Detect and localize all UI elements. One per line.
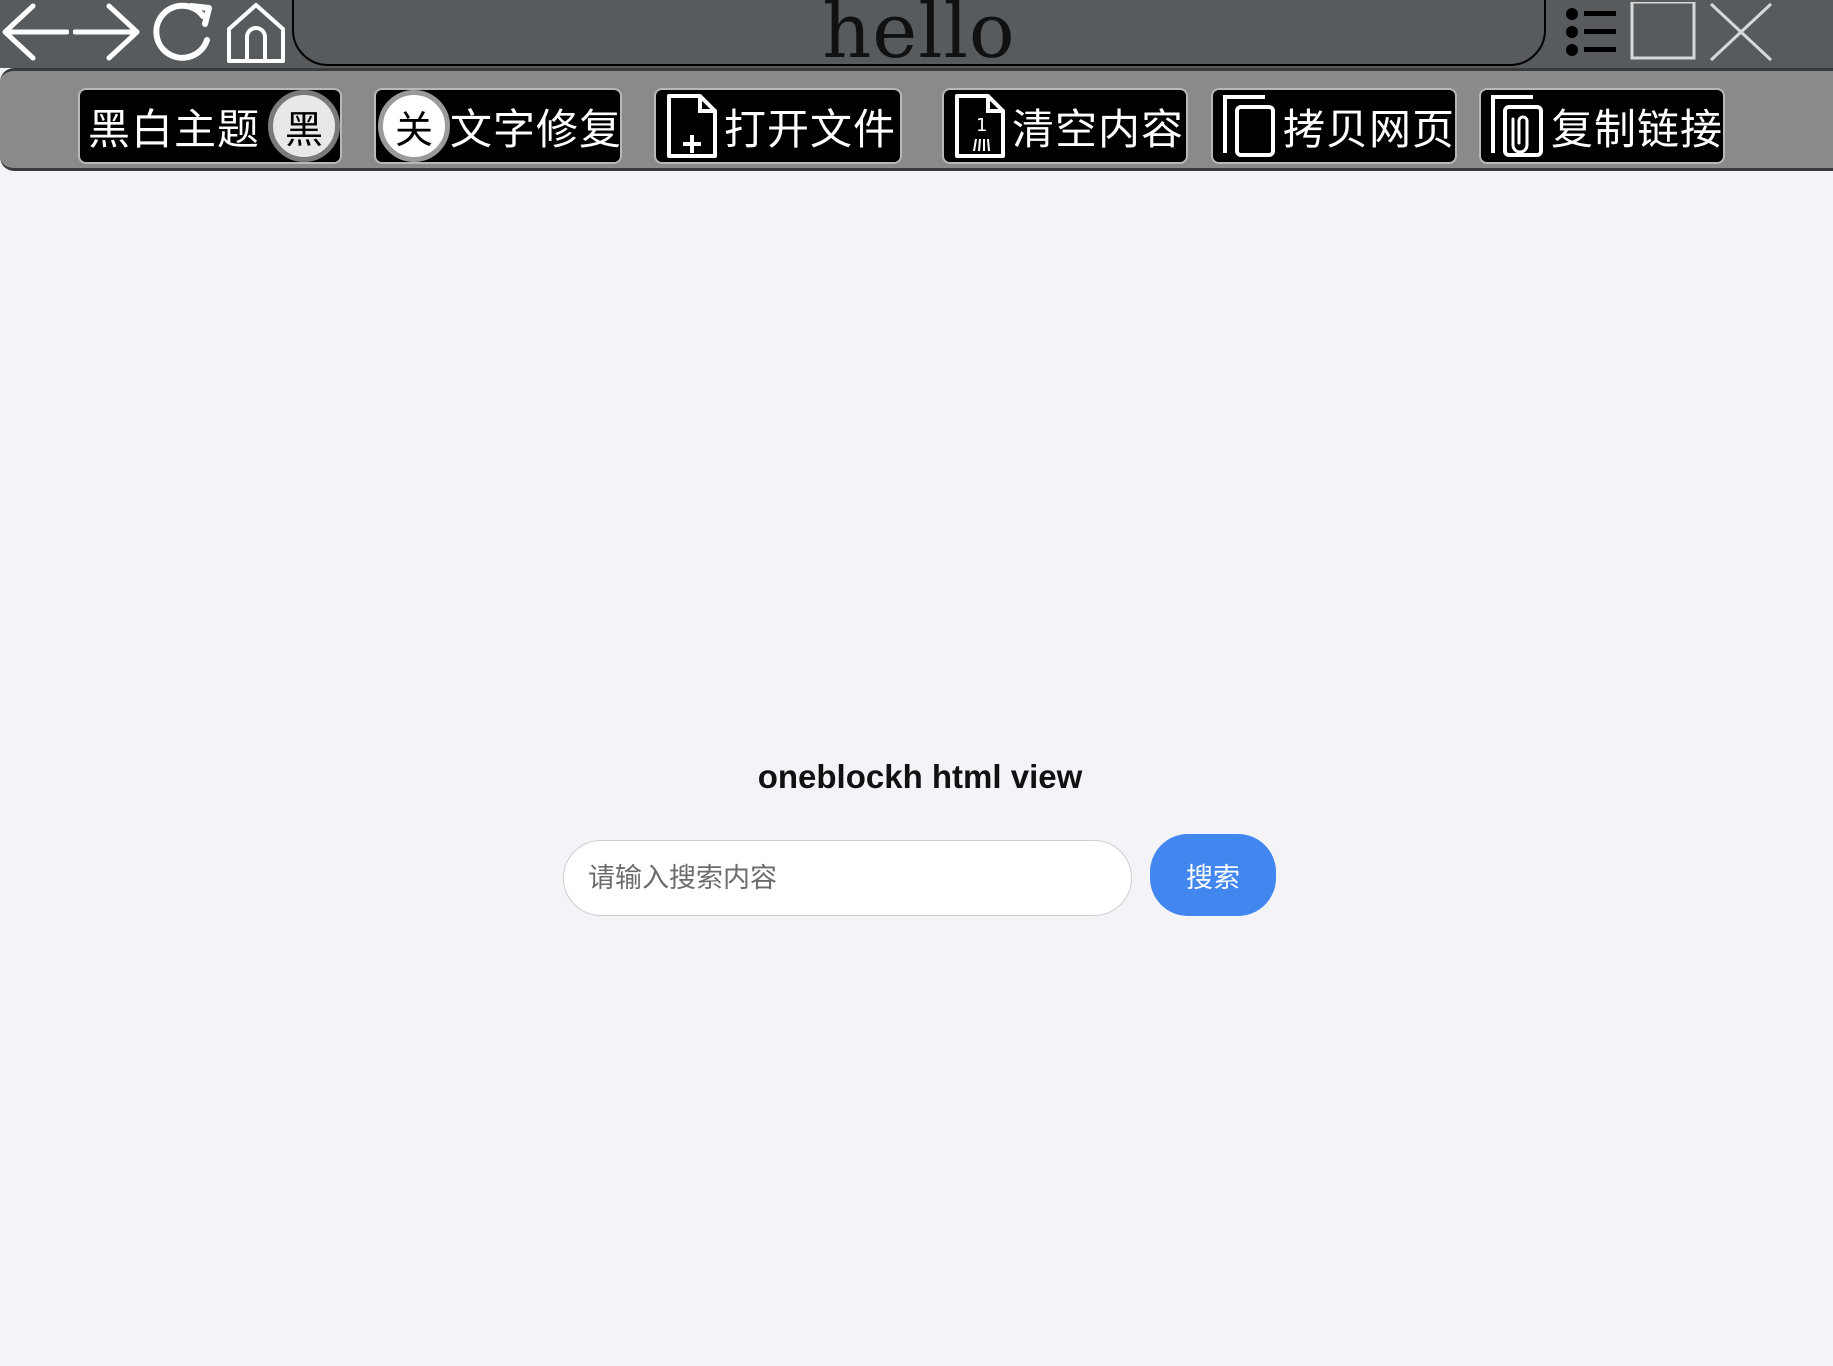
forward-arrow-icon[interactable] — [72, 0, 142, 64]
theme-toggle-knob[interactable]: 黑 — [268, 90, 340, 162]
file-plus-icon — [666, 93, 718, 159]
address-text: hello — [822, 0, 1016, 75]
title-bar: hello — [0, 0, 1833, 75]
copy-link-label: 复制链接 — [1550, 104, 1723, 154]
copy-page-button[interactable]: 拷贝网页 — [1211, 88, 1457, 164]
copy-page-label: 拷贝网页 — [1282, 104, 1455, 154]
paperclip-icon — [1489, 93, 1545, 159]
clear-content-button[interactable]: 1 清空内容 — [942, 88, 1188, 164]
copy-link-button[interactable]: 复制链接 — [1479, 88, 1725, 164]
home-icon[interactable] — [224, 0, 288, 64]
page-title: oneblockh html view — [757, 758, 1083, 795]
maximize-icon[interactable] — [1628, 0, 1698, 64]
open-file-label: 打开文件 — [724, 104, 897, 154]
open-file-button[interactable]: 打开文件 — [654, 88, 902, 164]
text-fix-toggle-knob[interactable]: 关 — [378, 90, 450, 162]
reload-icon[interactable] — [150, 0, 216, 64]
text-fix-toggle-button[interactable]: 关 文字修复 — [374, 88, 622, 164]
file-clear-icon: 1 — [954, 93, 1006, 159]
close-icon[interactable] — [1706, 0, 1776, 64]
address-bar[interactable]: hello — [292, 0, 1546, 75]
menu-list-icon[interactable] — [1560, 0, 1620, 64]
file-clear-icon-glyph: 1 — [976, 115, 988, 136]
back-arrow-icon[interactable] — [0, 0, 70, 64]
toolbar: 黑白主题 黑 关 文字修复 打开文件 1 清空内容 拷贝网页 复制链接 — [0, 68, 1833, 171]
search-input[interactable] — [563, 840, 1132, 916]
text-fix-label: 文字修复 — [450, 104, 623, 154]
theme-toggle-button[interactable]: 黑白主题 黑 — [78, 88, 342, 164]
clear-content-label: 清空内容 — [1012, 104, 1185, 154]
theme-toggle-label: 黑白主题 — [88, 104, 261, 154]
search-button[interactable]: 搜索 — [1150, 834, 1276, 916]
copy-page-icon — [1221, 93, 1277, 159]
